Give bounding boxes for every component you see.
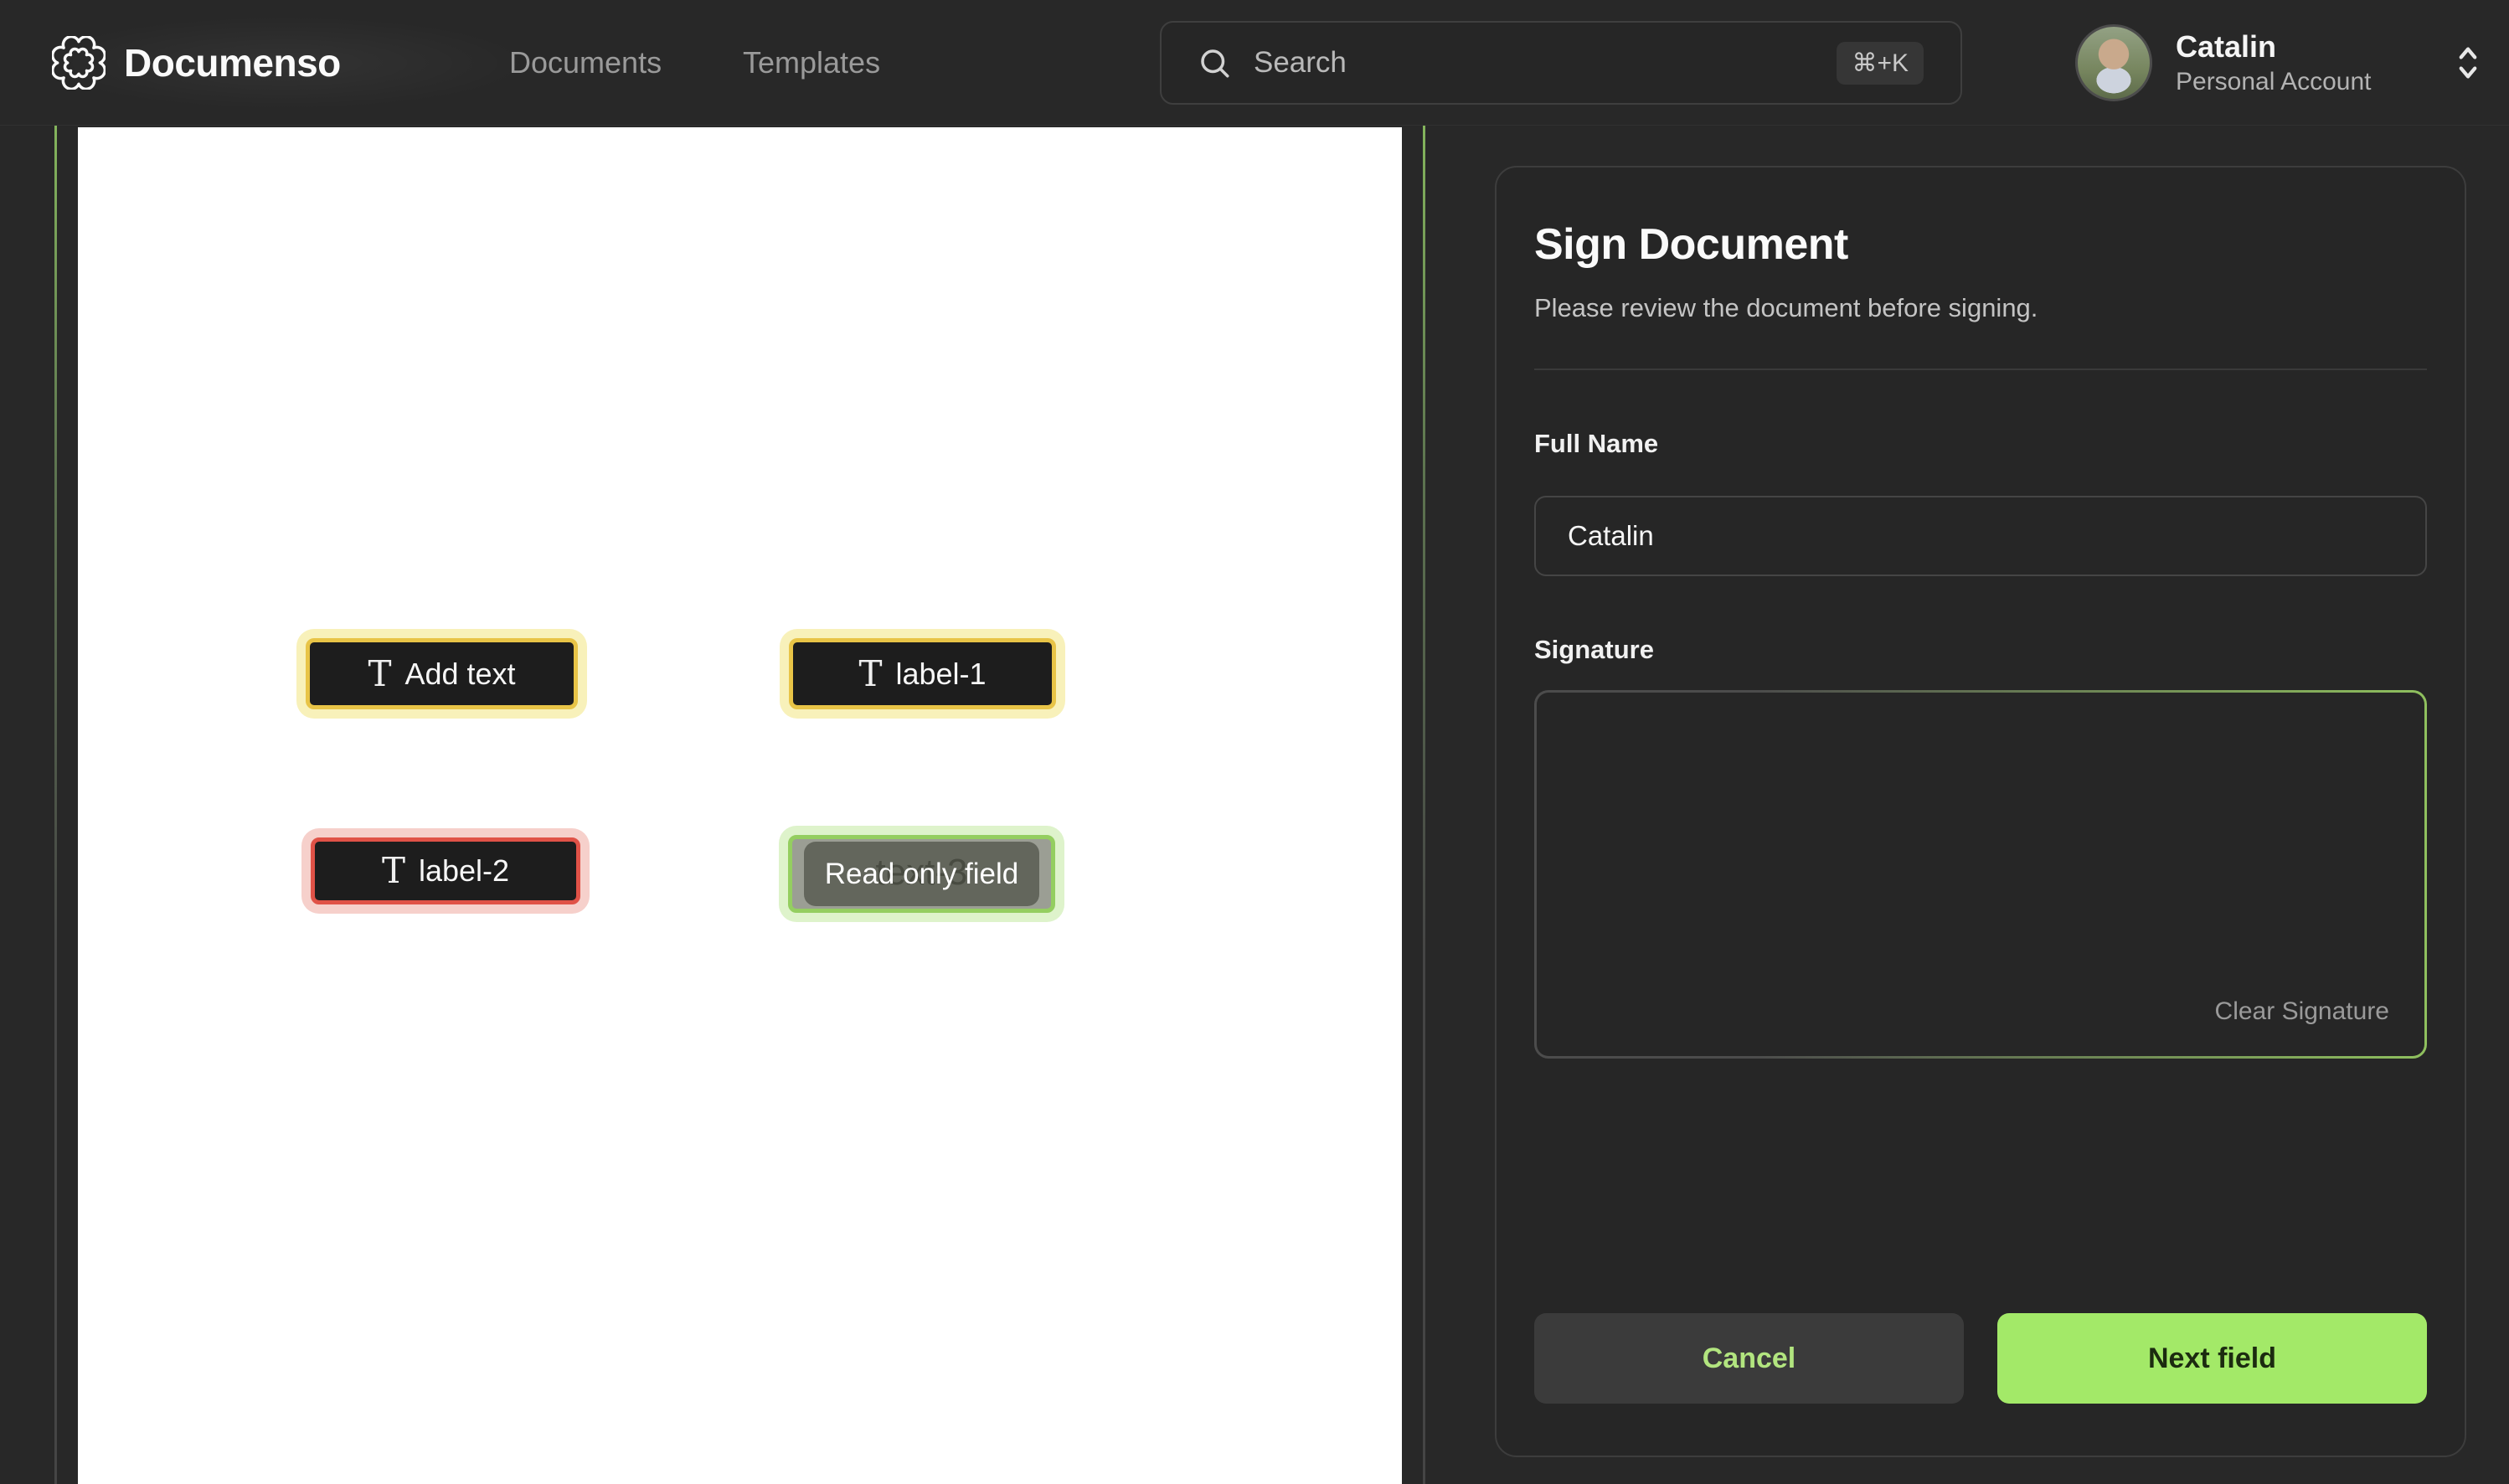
logo-text: Documenso [124,40,341,85]
field-label: label-1 [895,657,986,692]
avatar [2075,24,2152,101]
read-only-pill: Read only field [804,842,1039,906]
search-icon [1197,45,1232,80]
account-name: Catalin [2176,30,2371,64]
field-label: Read only field [825,858,1019,891]
account-type: Personal Account [2176,68,2371,95]
pdf-page: T Add text T label-1 T label-2 text-3 Re… [78,127,1402,1484]
seal-icon [52,36,106,90]
signature-pad-border: Clear Signature [1534,690,2427,1059]
panel-title: Sign Document [1534,219,2427,270]
type-icon: T [368,657,391,692]
field-label: Add text [404,657,515,692]
type-icon: T [858,657,882,692]
read-only-field: text-3 Read only field [788,835,1055,913]
cancel-button[interactable]: Cancel [1534,1313,1964,1404]
nav-item-documents[interactable]: Documents [509,0,662,126]
nav-item-templates[interactable]: Templates [743,0,880,126]
search-input[interactable] [1254,46,1837,80]
divider [1534,368,2427,370]
logo-link[interactable]: Documenso [52,0,341,126]
chevron-up-down-icon [2451,44,2485,82]
top-navbar: Documenso Documents Templates ⌘+K Catali… [0,0,2509,126]
document-viewer-card: T Add text T label-1 T label-2 text-3 Re… [54,126,1425,1484]
clear-signature-button[interactable]: Clear Signature [2215,997,2389,1026]
full-name-input[interactable] [1534,496,2427,576]
account-menu-button[interactable]: Catalin Personal Account [2075,0,2485,126]
type-icon: T [382,853,405,889]
signature-field-label-2[interactable]: T label-2 [311,837,580,904]
keyboard-shortcut-badge: ⌘+K [1837,42,1924,85]
next-field-button[interactable]: Next field [1997,1313,2427,1404]
panel-subtitle: Please review the document before signin… [1534,293,2427,323]
field-label: label-2 [419,853,509,889]
signature-pad[interactable]: Clear Signature [1537,693,2424,1056]
search-bar[interactable]: ⌘+K [1160,21,1962,105]
sign-document-panel: Sign Document Please review the document… [1495,166,2466,1457]
signature-field-add-text[interactable]: T Add text [306,638,578,709]
signature-field-label-1[interactable]: T label-1 [789,638,1056,709]
full-name-label: Full Name [1534,429,2427,459]
signature-label: Signature [1534,635,2427,665]
